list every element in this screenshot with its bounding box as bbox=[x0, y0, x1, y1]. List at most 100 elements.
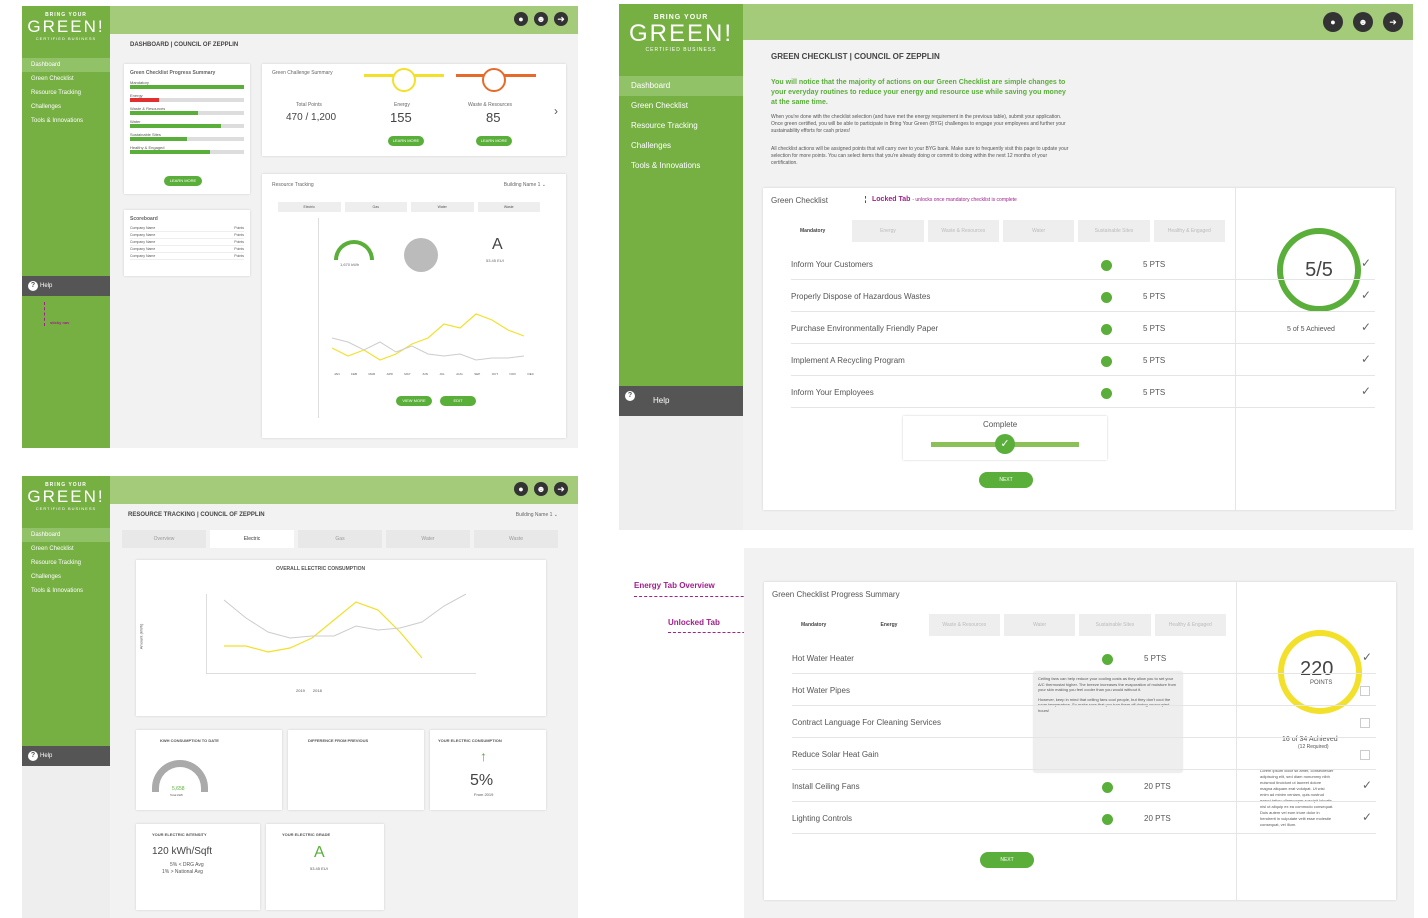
diff-card: DIFFERENCE FROM PREVIOUS bbox=[288, 730, 424, 810]
user-icon[interactable]: ☻ bbox=[1353, 12, 1373, 32]
checklist-row[interactable]: Properly Dispose of Hazardous Wastes 5 PT… bbox=[791, 282, 1375, 312]
logo: BRING YOUR GREEN! CERTIFIED BUSINESS bbox=[27, 12, 105, 41]
check-icon[interactable]: ✓ bbox=[1361, 384, 1371, 398]
checklist-tab[interactable]: Water bbox=[1002, 220, 1075, 242]
next-button[interactable]: NEXT bbox=[979, 472, 1033, 488]
checklist-tab[interactable]: Waste & Resources bbox=[928, 614, 1000, 636]
check-icon[interactable]: ✓ bbox=[1362, 810, 1372, 824]
logout-icon[interactable]: ➜ bbox=[554, 12, 568, 26]
nav-tools[interactable]: Tools & Innovations bbox=[22, 114, 110, 128]
topbar: ● ☻ ➜ bbox=[110, 476, 578, 504]
logout-icon[interactable]: ➜ bbox=[1383, 12, 1403, 32]
consumption-card: YOUR ELECTRIC CONSUMPTION ↑ 5% From 2019 bbox=[430, 730, 546, 810]
arrow-up-icon: ↑ bbox=[480, 748, 487, 764]
checklist-row[interactable]: Implement A Recycling Program 5 PTS ✓ bbox=[791, 346, 1375, 376]
info-icon[interactable] bbox=[1101, 260, 1112, 271]
learn-more-button[interactable]: LEARN MORE bbox=[164, 176, 202, 186]
check-icon[interactable]: ✓ bbox=[1361, 320, 1371, 334]
bell-icon[interactable]: ● bbox=[1323, 12, 1343, 32]
month-tick: JAN bbox=[334, 372, 340, 376]
next-arrow-icon[interactable]: › bbox=[554, 104, 558, 118]
p1-line-chart bbox=[332, 313, 525, 361]
checklist-tab[interactable]: Healthy & Engaged bbox=[1154, 614, 1226, 636]
nav-challenges[interactable]: Challenges bbox=[22, 570, 110, 584]
info-icon[interactable] bbox=[1101, 388, 1112, 399]
checklist-tab[interactable]: Energy bbox=[852, 220, 924, 242]
nav-resource-tracking[interactable]: Resource Tracking bbox=[22, 556, 110, 570]
view-more-button[interactable]: VIEW MORE bbox=[396, 396, 432, 406]
month-tick: MAY bbox=[404, 372, 411, 376]
resource-tab[interactable]: Overview bbox=[122, 530, 206, 548]
waste-learn-more[interactable]: LEARN MORE bbox=[476, 136, 512, 146]
checklist-row[interactable]: Install Ceiling Fans 20 PTS ✓ bbox=[792, 772, 1376, 802]
check-icon[interactable]: ✓ bbox=[1362, 778, 1372, 792]
nav-resource-tracking[interactable]: Resource Tracking bbox=[22, 86, 110, 100]
checklist-row[interactable]: Reduce Solar Heat Gain bbox=[792, 740, 1376, 770]
help-button[interactable]: Help bbox=[22, 746, 110, 766]
checklist-tab[interactable]: Mandatory bbox=[778, 614, 850, 636]
checklist-row[interactable]: Hot Water Heater 5 PTS ✓ bbox=[792, 644, 1376, 674]
resource-tab[interactable]: Water bbox=[386, 530, 470, 548]
nav-green-checklist[interactable]: Green Checklist bbox=[22, 542, 110, 556]
intensity-card: YOUR ELECTRIC INTENSITY 120 kWh/Sqft 5% … bbox=[136, 824, 260, 910]
nav-dashboard[interactable]: Dashboard bbox=[619, 76, 743, 96]
checklist-row[interactable]: Lighting Controls 20 PTS ✓ bbox=[792, 804, 1376, 834]
checkbox[interactable] bbox=[1360, 718, 1370, 728]
nav-green-checklist[interactable]: Green Checklist bbox=[22, 72, 110, 86]
energy-learn-more[interactable]: LEARN MORE bbox=[388, 136, 424, 146]
nav-resource-tracking[interactable]: Resource Tracking bbox=[619, 116, 743, 136]
info-icon[interactable] bbox=[1101, 324, 1112, 335]
nav-dashboard[interactable]: Dashboard bbox=[22, 528, 110, 542]
user-icon[interactable]: ☻ bbox=[534, 482, 548, 496]
rt-tab[interactable]: Gas bbox=[344, 202, 407, 212]
user-icon[interactable]: ☻ bbox=[534, 12, 548, 26]
checklist-row[interactable]: Purchase Environmentally Friendly Paper 5… bbox=[791, 314, 1375, 344]
check-icon[interactable]: ✓ bbox=[1362, 650, 1372, 664]
resource-tab[interactable]: Waste bbox=[474, 530, 558, 548]
checklist-tab[interactable]: Energy bbox=[853, 614, 925, 636]
nav-challenges[interactable]: Challenges bbox=[22, 100, 110, 114]
nav-tools[interactable]: Tools & Innovations bbox=[22, 584, 110, 598]
checklist-tab[interactable]: Sustainable Sites bbox=[1078, 220, 1150, 242]
checklist-row[interactable]: Contract Language For Cleaning Services bbox=[792, 708, 1376, 738]
rt-tab[interactable]: Electric bbox=[278, 202, 341, 212]
nav-challenges[interactable]: Challenges bbox=[619, 136, 743, 156]
checklist-row[interactable]: Hot Water Pipes bbox=[792, 676, 1376, 706]
sidebar: BRING YOUR GREEN! CERTIFIED BUSINESS Dashb… bbox=[619, 4, 743, 416]
info-icon[interactable] bbox=[1101, 356, 1112, 367]
progress-bar bbox=[130, 137, 244, 141]
checklist-tab[interactable]: Water bbox=[1003, 614, 1076, 636]
nav-dashboard[interactable]: Dashboard bbox=[22, 58, 110, 72]
info-icon[interactable] bbox=[1102, 654, 1113, 665]
month-tick: AUG bbox=[456, 372, 463, 376]
scoreboard-row: Company Name Points bbox=[130, 247, 244, 253]
checklist-row[interactable]: Inform Your Customers 5 PTS ✓ bbox=[791, 250, 1375, 280]
next-button[interactable]: NEXT bbox=[980, 852, 1034, 868]
rt-tab[interactable]: Water bbox=[411, 202, 474, 212]
help-button[interactable]: Help bbox=[22, 276, 110, 296]
info-icon[interactable] bbox=[1102, 814, 1113, 825]
nav-tools[interactable]: Tools & Innovations bbox=[619, 156, 743, 176]
resource-tab[interactable]: Gas bbox=[298, 530, 382, 548]
help-button[interactable]: Help bbox=[619, 386, 743, 416]
checklist-tab[interactable]: Waste & Resources bbox=[927, 220, 999, 242]
checklist-row[interactable]: Inform Your Employees 5 PTS ✓ bbox=[791, 378, 1375, 408]
edit-button[interactable]: EDIT bbox=[440, 396, 476, 406]
rt-tab[interactable]: Waste bbox=[477, 202, 540, 212]
bell-icon[interactable]: ● bbox=[514, 482, 528, 496]
checklist-tab[interactable]: Mandatory bbox=[777, 220, 849, 242]
logout-icon[interactable]: ➜ bbox=[554, 482, 568, 496]
bell-icon[interactable]: ● bbox=[514, 12, 528, 26]
checklist-tab[interactable]: Sustainable Sites bbox=[1079, 614, 1151, 636]
check-icon[interactable]: ✓ bbox=[1361, 256, 1371, 270]
check-icon[interactable]: ✓ bbox=[1361, 288, 1371, 302]
checkbox[interactable] bbox=[1360, 750, 1370, 760]
checkbox[interactable] bbox=[1360, 686, 1370, 696]
nav-green-checklist[interactable]: Green Checklist bbox=[619, 96, 743, 116]
resource-tab[interactable]: Electric bbox=[210, 530, 294, 548]
checklist-tab[interactable]: Healthy & Engaged bbox=[1153, 220, 1225, 242]
check-icon[interactable]: ✓ bbox=[1361, 352, 1371, 366]
info-icon[interactable] bbox=[1102, 782, 1113, 793]
info-icon[interactable] bbox=[1101, 292, 1112, 303]
grade-card: YOUR ELECTRIC GRADE A 53.45 EUI bbox=[266, 824, 384, 910]
